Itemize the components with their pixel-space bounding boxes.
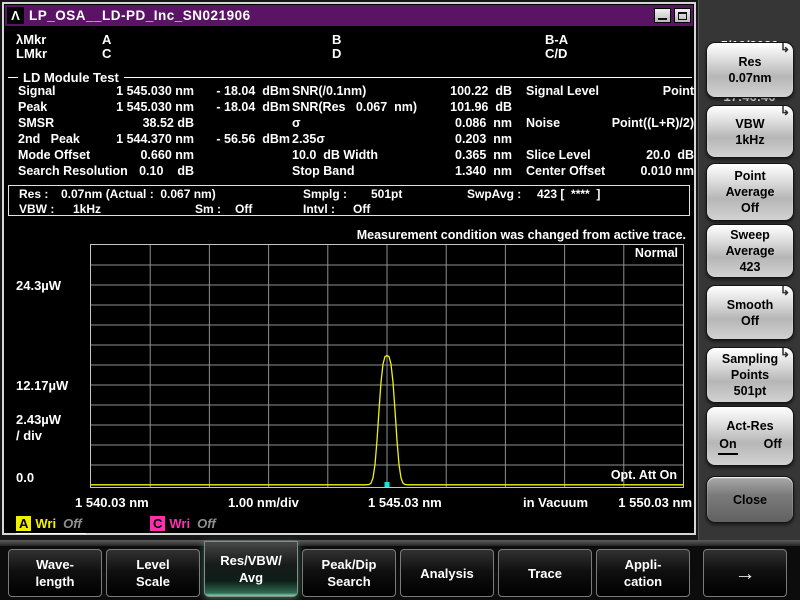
y-axis-per-div-unit: / div xyxy=(16,428,42,443)
vbw-key: VBW : xyxy=(19,202,54,216)
tab-wavelength[interactable]: Wave-length xyxy=(8,549,102,597)
marker-a-label: A xyxy=(102,32,111,47)
trace-c-legend[interactable]: C Wri Off xyxy=(150,516,216,531)
softkey-act-res[interactable]: Act-Res On Off xyxy=(706,406,794,466)
result-row: Search Resolution0.10 dB Stop Band1.340 … xyxy=(4,164,698,180)
softkey-vbw[interactable]: ↳ VBW1kHz xyxy=(706,105,794,158)
tab-trace[interactable]: Trace xyxy=(498,549,592,597)
softkey-point-average[interactable]: PointAverageOff xyxy=(706,163,794,221)
level-marker-label: LMkr xyxy=(16,46,47,61)
active-trace-underline xyxy=(16,533,86,534)
tab-res-vbw-avg[interactable]: Res/VBW/Avg xyxy=(204,541,298,597)
submenu-arrow-icon: ↳ xyxy=(780,347,790,359)
marker-c-label: C xyxy=(102,46,111,61)
submenu-arrow-icon: ↳ xyxy=(780,285,790,297)
trace-a-write-label: Wri xyxy=(35,516,56,531)
intvl-key: Intvl : xyxy=(303,202,335,216)
act-res-off-option[interactable]: Off xyxy=(764,436,782,455)
swpavg-value: 423 [ **** ] xyxy=(537,187,600,201)
main-window: Λ LP_OSA__LD-PD_Inc_SN021906 λMkr A B B-… xyxy=(2,2,696,535)
smplg-key: Smplg : xyxy=(303,187,347,201)
smplg-value: 501pt xyxy=(371,187,402,201)
right-arrow-icon: → xyxy=(735,565,756,582)
y-axis-per-div-label: 2.43µW xyxy=(16,412,61,427)
sweep-status-box: Res : 0.07nm (Actual : 0.067 nm) Smplg :… xyxy=(8,185,690,216)
intvl-value: Off xyxy=(353,202,370,216)
x-axis-start-label: 1 540.03 nm xyxy=(75,495,149,510)
marker-cd-label: C/D xyxy=(545,46,567,61)
trace-a-legend[interactable]: A Wri Off xyxy=(16,516,82,531)
x-axis-center-label: 1 545.03 nm xyxy=(368,495,442,510)
marker-b-label: B xyxy=(332,32,341,47)
res-value: 0.07nm (Actual : 0.067 nm) xyxy=(61,187,216,201)
lambda-marker-label: λMkr xyxy=(16,32,46,47)
spectrum-trace-svg xyxy=(91,245,683,487)
osa-screen: Λ LP_OSA__LD-PD_Inc_SN021906 λMkr A B B-… xyxy=(0,0,800,600)
swpavg-key: SwpAvg : xyxy=(467,187,521,201)
title-bar: Λ LP_OSA__LD-PD_Inc_SN021906 xyxy=(5,5,693,26)
app-logo-icon: Λ xyxy=(7,7,24,24)
trace-a-badge[interactable]: A xyxy=(16,516,31,531)
analysis-section-title: LD Module Test xyxy=(18,70,124,85)
tab-peak-dip-search[interactable]: Peak/DipSearch xyxy=(302,549,396,597)
maximize-button[interactable] xyxy=(674,8,691,23)
x-axis-stop-label: 1 550.03 nm xyxy=(600,495,692,510)
trace-c-badge[interactable]: C xyxy=(150,516,165,531)
softkey-smooth[interactable]: ↳ SmoothOff xyxy=(706,285,794,340)
marker-d-label: D xyxy=(332,46,341,61)
tab-application[interactable]: Appli-cation xyxy=(596,549,690,597)
result-row: Peak1 545.030 nm- 18.04 dBm SNR(Res 0.06… xyxy=(4,100,698,116)
tab-analysis[interactable]: Analysis xyxy=(400,549,494,597)
spectrum-plot-area: Normal Opt. Att On xyxy=(90,244,684,488)
trace-mode-label: Normal xyxy=(635,246,678,260)
optical-attenuator-status: Opt. Att On xyxy=(611,468,677,482)
act-res-on-option[interactable]: On xyxy=(718,436,737,455)
y-axis-zero-label: 0.0 xyxy=(16,470,34,485)
softkey-sampling-points[interactable]: ↳ SamplingPoints501pt xyxy=(706,347,794,403)
tab-level-scale[interactable]: LevelScale xyxy=(106,549,200,597)
sm-key: Sm : xyxy=(195,202,221,216)
softkey-sweep-average[interactable]: SweepAverage423 xyxy=(706,224,794,278)
result-row: Mode Offset0.660 nm 10.0 dB Width0.365 n… xyxy=(4,148,698,164)
trace-a-state: Off xyxy=(63,516,82,531)
analysis-section-divider: LD Module Test xyxy=(8,70,692,85)
x-axis-per-div-label: 1.00 nm/div xyxy=(228,495,299,510)
submenu-arrow-icon: ↳ xyxy=(780,105,790,117)
y-axis-mid-label: 12.17µW xyxy=(16,378,68,393)
softkey-res[interactable]: ↳ Res0.07nm xyxy=(706,42,794,98)
trace-c-write-label: Wri xyxy=(169,516,190,531)
function-menu-bar: Wave-length LevelScale Res/VBW/Avg Peak/… xyxy=(0,540,800,600)
submenu-arrow-icon: ↳ xyxy=(780,42,790,54)
result-row: SMSR38.52 dB σ0.086 nm NoisePoint((L+R)/… xyxy=(4,116,698,132)
trace-c-state: Off xyxy=(197,516,216,531)
marker-ba-label: B-A xyxy=(545,32,568,47)
window-title: LP_OSA__LD-PD_Inc_SN021906 xyxy=(29,8,251,23)
vbw-value: 1kHz xyxy=(73,202,101,216)
res-key: Res : xyxy=(19,187,48,201)
menu-more-arrow-button[interactable]: → xyxy=(703,549,787,597)
x-axis-medium-label: in Vacuum xyxy=(523,495,588,510)
minimize-button[interactable] xyxy=(654,8,671,23)
condition-changed-message: Measurement condition was changed from a… xyxy=(4,228,686,242)
result-row: 2nd Peak1 544.370 nm- 56.56 dBm 2.35σ0.2… xyxy=(4,132,698,148)
y-axis-top-label: 24.3µW xyxy=(16,278,61,293)
softkey-close[interactable]: Close xyxy=(706,476,794,523)
sm-value: Off xyxy=(235,202,252,216)
result-row: Signal1 545.030 nm- 18.04 dBm SNR(/0.1nm… xyxy=(4,84,698,100)
softkey-panel: 5/19/2020 17:46:46 ↳ Res0.07nm ↳ VBW1kHz… xyxy=(698,0,800,540)
